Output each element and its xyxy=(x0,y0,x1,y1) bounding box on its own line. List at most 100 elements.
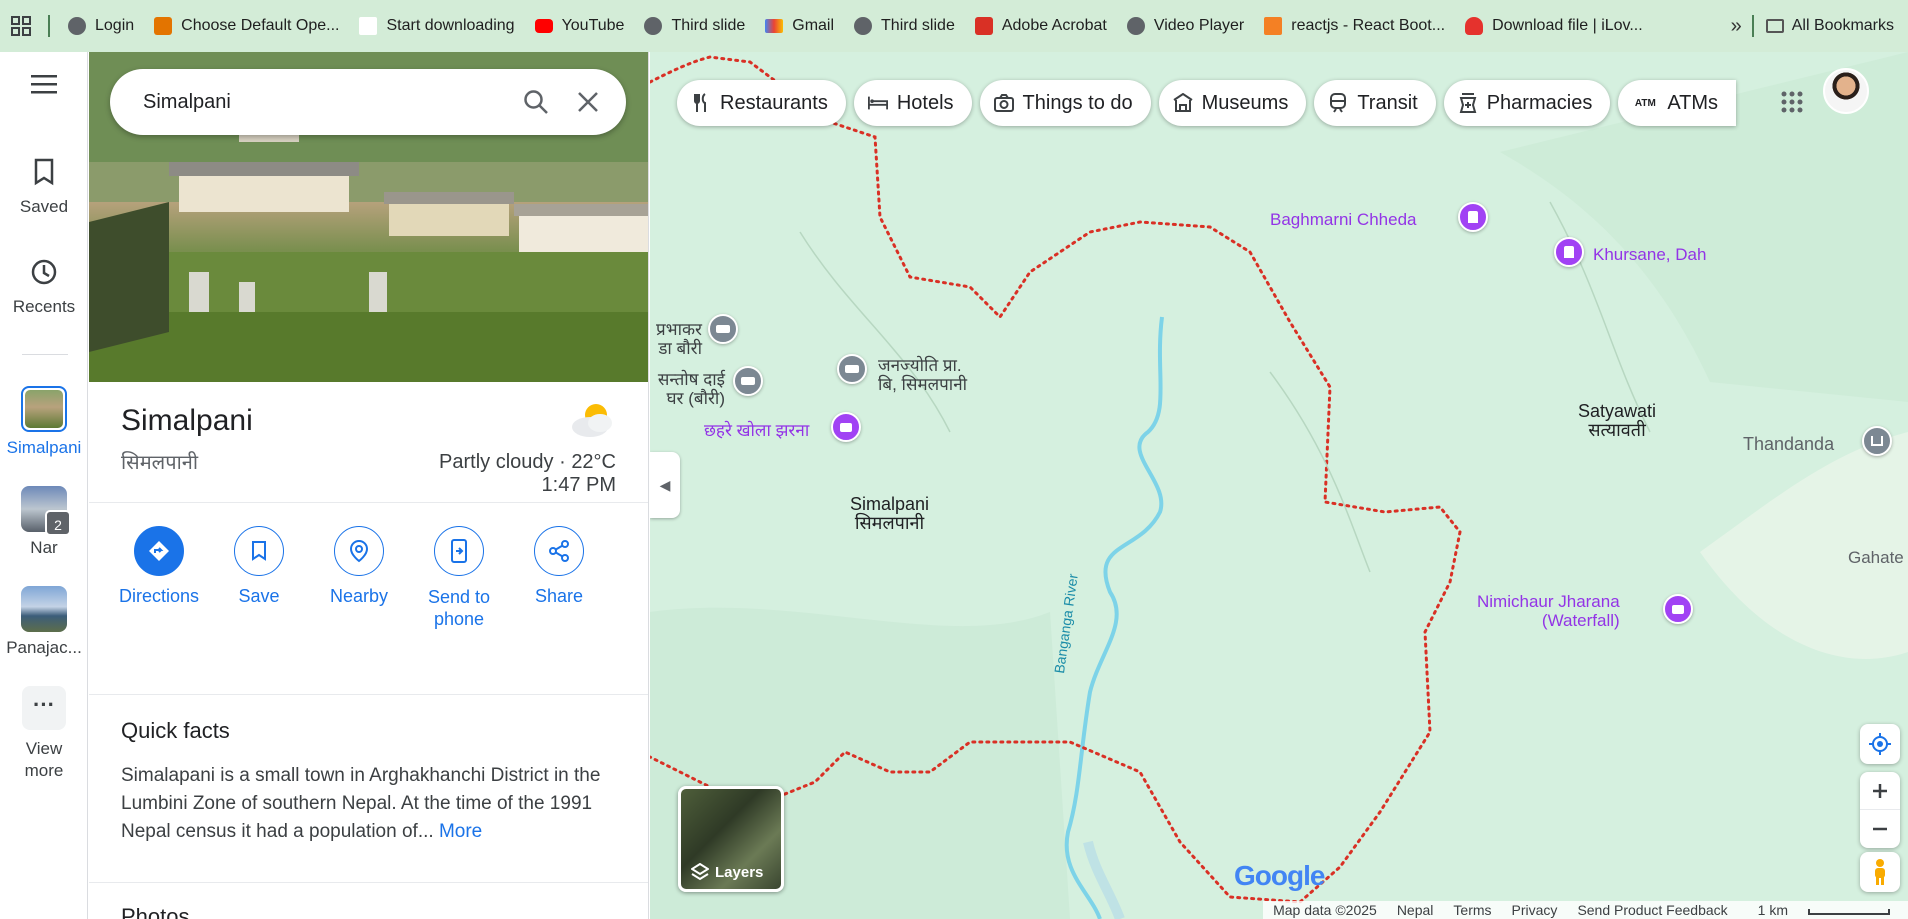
chip-museums[interactable]: Museums xyxy=(1158,80,1307,126)
bookmark-adobe-acrobat[interactable]: Adobe Acrobat xyxy=(965,8,1117,44)
more-bookmarks-button[interactable]: » xyxy=(1721,15,1752,38)
bookmark-choose-default[interactable]: Choose Default Ope... xyxy=(144,8,349,44)
divider xyxy=(89,502,648,503)
local-time: 1:47 PM xyxy=(541,474,616,496)
poi-label[interactable]: Baghmarni Chheda xyxy=(1270,210,1416,229)
museum-pin-icon[interactable] xyxy=(1862,426,1892,456)
terms-link[interactable]: Terms xyxy=(1453,902,1491,918)
bookmark-start-downloading[interactable]: Start downloading xyxy=(349,8,524,44)
place-label[interactable]: Gahate m xyxy=(1848,548,1908,567)
send-to-phone-button[interactable]: Send to phone xyxy=(409,524,509,630)
globe-icon xyxy=(1126,17,1145,35)
chip-transit[interactable]: Transit xyxy=(1314,80,1436,126)
chip-pharmacies[interactable]: Pharmacies xyxy=(1443,80,1611,126)
view-more-label: View more xyxy=(24,739,64,780)
action-label: Send to phone xyxy=(427,587,491,629)
my-location-button[interactable] xyxy=(1860,724,1900,764)
weather-info: Partly cloudy · 22°C 1:47 PM xyxy=(439,399,616,497)
google-apps-button[interactable] xyxy=(1772,82,1812,122)
map-data-attribution: Map data ©2025 xyxy=(1273,902,1377,918)
send-feedback-link[interactable]: Send Product Feedback xyxy=(1577,902,1727,918)
poi-label[interactable]: Nimichaur Jharana (Waterfall) xyxy=(1477,592,1620,630)
globe-icon xyxy=(644,17,663,35)
map-canvas[interactable]: Restaurants Hotels Things to do Museums … xyxy=(650,52,1908,919)
app-icon xyxy=(154,17,173,35)
map-footer: Map data ©2025 Nepal Terms Privacy Send … xyxy=(650,901,1908,919)
camera-pin-icon[interactable] xyxy=(1663,594,1693,624)
poi-label[interactable]: सन्तोष दाई घर (बौरी) xyxy=(650,370,725,408)
search-box[interactable]: Simalpani xyxy=(110,69,626,135)
history-icon xyxy=(31,259,57,285)
all-bookmarks-button[interactable]: All Bookmarks xyxy=(1751,15,1908,37)
action-buttons: Directions Save Nearby Send to phone Sha… xyxy=(89,524,648,630)
chip-things-to-do[interactable]: Things to do xyxy=(979,80,1151,126)
saved-button[interactable]: Saved xyxy=(0,158,88,217)
poi-label[interactable]: Khursane, Dah xyxy=(1593,245,1706,264)
view-more-button[interactable]: ··· View more xyxy=(0,686,88,782)
hamburger-icon xyxy=(31,75,57,94)
school-pin-icon[interactable] xyxy=(837,354,867,384)
search-input[interactable]: Simalpani xyxy=(143,91,486,114)
bookmark-third-slide-2[interactable]: Third slide xyxy=(844,8,965,44)
nearby-button[interactable]: Nearby xyxy=(309,524,409,630)
pegman-icon xyxy=(1875,859,1885,885)
chip-restaurants[interactable]: Restaurants xyxy=(677,80,846,126)
bookmark-reactjs[interactable]: reactjs - React Boot... xyxy=(1254,8,1455,44)
collapse-panel-button[interactable]: ◀ xyxy=(650,452,680,518)
close-icon[interactable] xyxy=(572,86,604,118)
place-label[interactable]: Thandanda xyxy=(1743,435,1834,454)
monument-pin-icon[interactable] xyxy=(1458,202,1488,232)
zoom-out-button[interactable] xyxy=(1860,810,1900,848)
place-label-line: सत्यावती xyxy=(1588,420,1646,440)
poi-label[interactable]: प्रभाकर डा बौरी xyxy=(650,320,702,358)
school-pin-icon[interactable] xyxy=(708,314,738,344)
account-avatar[interactable] xyxy=(1823,68,1869,114)
bookmark-icon xyxy=(234,526,284,576)
directions-button[interactable]: Directions xyxy=(109,524,209,630)
poi-label[interactable]: जनज्योति प्रा. बि, सिमलपानी xyxy=(878,356,967,394)
quick-facts-title: Quick facts xyxy=(121,718,230,743)
place-label[interactable]: Simalpani सिमलपानी xyxy=(850,495,929,533)
share-button[interactable]: Share xyxy=(509,524,609,630)
street-view-pegman[interactable] xyxy=(1860,852,1900,892)
country-link[interactable]: Nepal xyxy=(1397,902,1434,918)
bookmark-ilovepdf[interactable]: Download file | iLov... xyxy=(1455,8,1653,44)
search-icon[interactable] xyxy=(520,86,552,118)
bookmark-video-player[interactable]: Video Player xyxy=(1117,8,1254,44)
chip-atms[interactable]: ATM ATMs xyxy=(1618,80,1737,126)
poi-label-line: प्रभाकर xyxy=(655,320,702,339)
folder-icon xyxy=(1765,19,1784,33)
recents-button[interactable]: Recents xyxy=(0,258,88,317)
rail-divider xyxy=(22,354,68,355)
more-link[interactable]: More xyxy=(439,821,482,842)
place-label[interactable]: Satyawati सत्यावती xyxy=(1578,402,1656,440)
menu-button[interactable] xyxy=(0,74,88,99)
apps-grid-icon[interactable] xyxy=(0,16,42,36)
recent-place-panajac[interactable]: Panajac... xyxy=(0,586,88,658)
save-button[interactable]: Save xyxy=(209,524,309,630)
zoom-in-button[interactable] xyxy=(1860,772,1900,810)
action-label: Nearby xyxy=(329,586,389,606)
bookmark-third-slide[interactable]: Third slide xyxy=(634,8,755,44)
monument-pin-icon[interactable] xyxy=(1554,237,1584,267)
bookmark-login[interactable]: Login xyxy=(58,8,144,44)
fork-knife-icon xyxy=(691,93,711,113)
bookmark-gmail[interactable]: Gmail xyxy=(755,8,844,44)
chip-hotels[interactable]: Hotels xyxy=(853,80,972,126)
scale-bar[interactable]: 1 km xyxy=(1748,902,1900,918)
bookmark-youtube[interactable]: YouTube xyxy=(525,8,635,44)
recent-place-simalpani[interactable]: Simalpani xyxy=(0,386,88,458)
recent-place-nar[interactable]: 2 Nar xyxy=(0,486,88,558)
place-thumbnail: 2 xyxy=(21,486,71,536)
bed-icon xyxy=(867,93,888,113)
school-pin-icon[interactable] xyxy=(733,366,763,396)
category-chips: Restaurants Hotels Things to do Museums … xyxy=(677,80,1737,126)
poi-label[interactable]: छहरे खोला झरना xyxy=(704,421,809,440)
camera-pin-icon[interactable] xyxy=(831,412,861,442)
layers-button[interactable]: Layers xyxy=(678,786,784,892)
place-panel: Simalpani Simalpani सिमलपानी Partly clou… xyxy=(89,52,649,919)
bookmark-icon xyxy=(34,158,54,186)
privacy-link[interactable]: Privacy xyxy=(1512,902,1558,918)
directions-icon xyxy=(134,526,184,576)
chip-label: Transit xyxy=(1357,91,1418,114)
